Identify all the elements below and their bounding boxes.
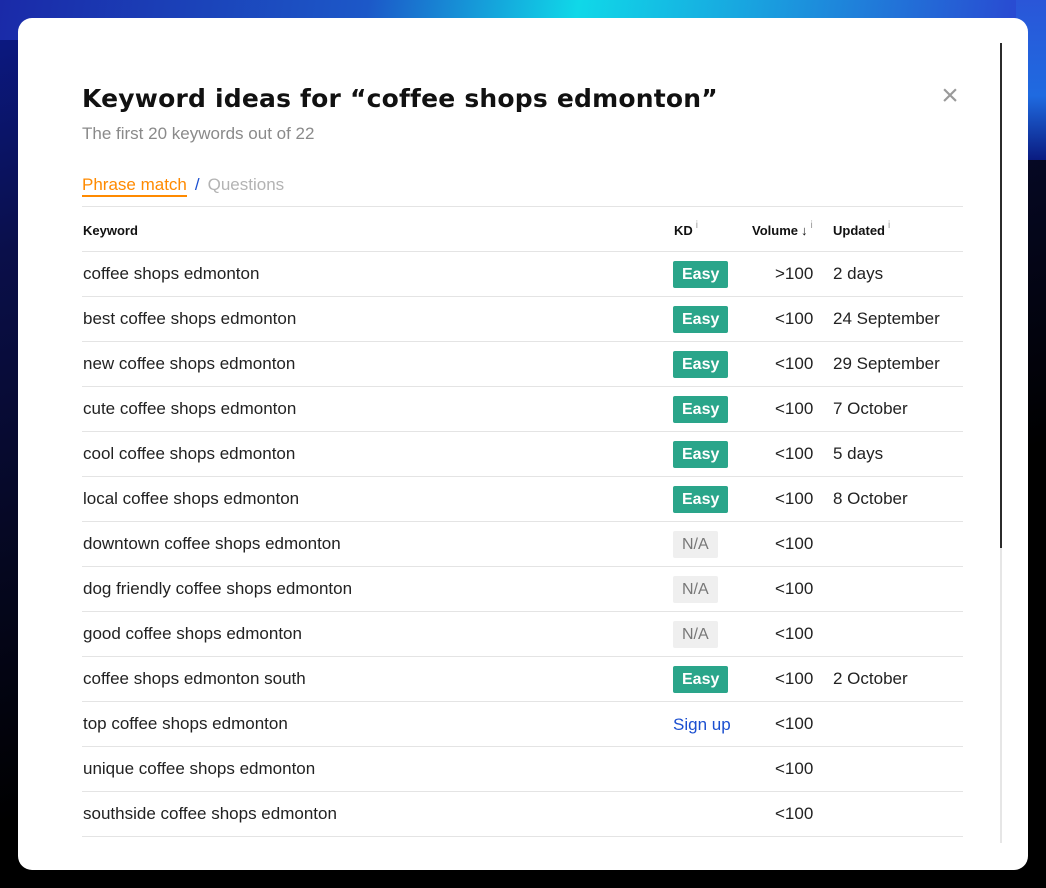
volume-cell: <100 <box>775 624 814 643</box>
table-row[interactable]: coffee shops edmonton Easy >100 2 days <box>82 252 963 297</box>
header-kd-label: KD <box>674 223 693 238</box>
kd-badge: Easy <box>673 306 729 333</box>
updated-cell: 2 October <box>833 669 908 688</box>
keyword-cell: unique coffee shops edmonton <box>83 759 316 778</box>
keyword-cell: coffee shops edmonton south <box>83 669 306 688</box>
header-keyword: Keyword <box>83 223 138 238</box>
keyword-cell: southside coffee shops edmonton <box>83 804 337 823</box>
kd-badge: Easy <box>673 441 729 468</box>
info-icon[interactable]: i <box>811 220 813 231</box>
volume-cell: <100 <box>775 399 814 418</box>
kd-badge: N/A <box>673 621 718 648</box>
tab-separator: / <box>194 175 200 194</box>
updated-cell: 8 October <box>833 489 908 508</box>
header-kd[interactable]: KD i <box>674 220 698 238</box>
table-row[interactable]: downtown coffee shops edmonton N/A <100 <box>82 522 963 567</box>
table-header: Keyword KD i Volume ↓ i Updated i <box>82 207 963 252</box>
volume-cell: <100 <box>775 309 814 328</box>
volume-cell: >100 <box>775 264 814 283</box>
kd-badge: Easy <box>673 396 729 423</box>
close-icon[interactable]: × <box>934 80 966 112</box>
volume-cell: <100 <box>775 354 814 373</box>
table-row[interactable]: cute coffee shops edmonton Easy <100 7 Octo… <box>82 387 963 432</box>
header-volume-label: Volume <box>752 223 798 238</box>
sort-down-icon[interactable]: ↓ <box>801 223 808 238</box>
volume-cell: <100 <box>775 444 814 463</box>
keyword-cell: top coffee shops edmonton <box>83 714 288 733</box>
table-row[interactable]: good coffee shops edmonton N/A <100 <box>82 612 963 657</box>
info-icon[interactable]: i <box>696 220 698 231</box>
table-row[interactable]: new coffee shops edmonton Easy <100 29 Sept… <box>82 342 963 387</box>
table-row[interactable]: dog friendly coffee shops edmonton N/A <10… <box>82 567 963 612</box>
volume-cell: <100 <box>775 804 814 823</box>
keyword-cell: dog friendly coffee shops edmonton <box>83 579 353 598</box>
tab-questions[interactable]: Questions <box>208 175 285 194</box>
info-icon[interactable]: i <box>888 220 890 231</box>
kd-badge: Easy <box>673 666 729 693</box>
volume-cell: <100 <box>775 714 814 733</box>
volume-cell: <100 <box>775 759 814 778</box>
table-row[interactable]: unique coffee shops edmonton <100 <box>82 747 963 792</box>
volume-cell: <100 <box>775 669 814 688</box>
updated-cell: 29 September <box>833 354 940 373</box>
updated-cell: 5 days <box>833 444 884 463</box>
sign-up-link[interactable]: Sign up <box>673 715 731 735</box>
table-row[interactable]: southside coffee shops edmonton <100 <box>82 792 963 837</box>
header-updated-label: Updated <box>833 223 885 238</box>
keyword-cell: good coffee shops edmonton <box>83 624 302 643</box>
keyword-cell: cute coffee shops edmonton <box>83 399 297 418</box>
header-volume[interactable]: Volume ↓ i <box>752 220 813 238</box>
scrollbar-thumb[interactable] <box>1000 43 1002 548</box>
match-tabs: Phrase match / Questions <box>82 175 285 197</box>
kd-badge: N/A <box>673 531 718 558</box>
updated-cell: 24 September <box>833 309 940 328</box>
updated-cell: 2 days <box>833 264 884 283</box>
table-body: coffee shops edmonton Easy >100 2 days best … <box>82 252 963 837</box>
volume-cell: <100 <box>775 534 814 553</box>
keyword-cell: coffee shops edmonton <box>83 264 260 283</box>
modal-subtitle: The first 20 keywords out of 22 <box>82 124 315 143</box>
table-row[interactable]: cool coffee shops edmonton Easy <100 5 days <box>82 432 963 477</box>
header-keyword-label: Keyword <box>83 223 138 238</box>
table-row[interactable]: coffee shops edmonton south Easy <100 2 Oct… <box>82 657 963 702</box>
keyword-ideas-modal: Keyword ideas for “coffee shops edmonton… <box>18 18 1028 870</box>
table-row[interactable]: best coffee shops edmonton Easy <100 24 Sep… <box>82 297 963 342</box>
header-updated[interactable]: Updated i <box>833 220 890 238</box>
kd-badge: N/A <box>673 576 718 603</box>
modal-title: Keyword ideas for “coffee shops edmonton… <box>82 84 718 113</box>
updated-cell: 7 October <box>833 399 908 418</box>
kd-badge: Easy <box>673 351 729 378</box>
keyword-cell: best coffee shops edmonton <box>83 309 297 328</box>
keyword-cell: cool coffee shops edmonton <box>83 444 296 463</box>
table-row[interactable]: top coffee shops edmonton Sign up <100 <box>82 702 963 747</box>
keyword-cell: new coffee shops edmonton <box>83 354 296 373</box>
tab-phrase-match[interactable]: Phrase match <box>82 175 187 197</box>
kd-badge: Easy <box>673 261 729 288</box>
keyword-table: Keyword KD i Volume ↓ i Updated i coffee sho… <box>82 206 963 837</box>
keyword-cell: downtown coffee shops edmonton <box>83 534 341 553</box>
volume-cell: <100 <box>775 489 814 508</box>
table-row[interactable]: local coffee shops edmonton Easy <100 8 Oct… <box>82 477 963 522</box>
volume-cell: <100 <box>775 579 814 598</box>
keyword-cell: local coffee shops edmonton <box>83 489 300 508</box>
kd-badge: Easy <box>673 486 729 513</box>
